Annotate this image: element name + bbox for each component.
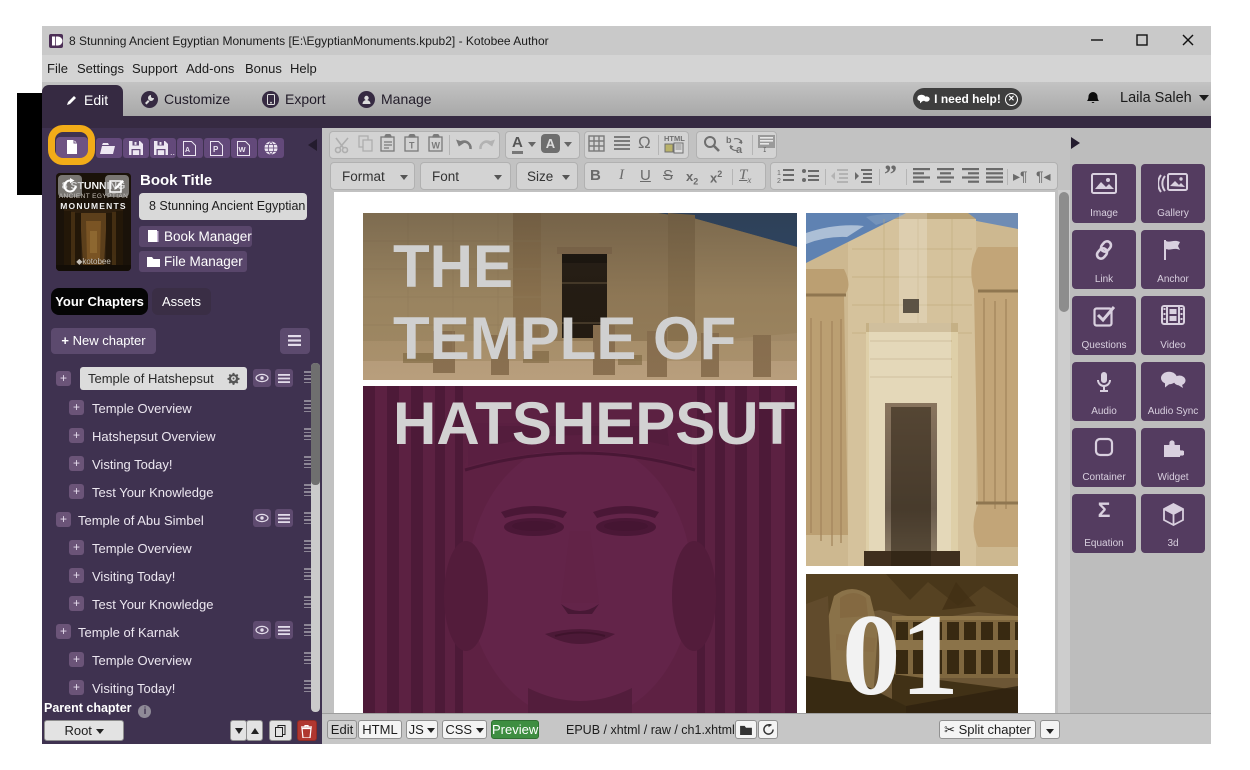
svg-text:I: I: [763, 147, 767, 152]
svg-text:P: P: [213, 145, 219, 154]
svg-text:2: 2: [777, 178, 781, 184]
svg-text:b: b: [726, 135, 732, 145]
svg-text:W: W: [432, 141, 441, 151]
svg-text:T: T: [409, 141, 415, 151]
svg-text:1: 1: [777, 170, 781, 177]
svg-text:A: A: [185, 147, 190, 154]
svg-text:a: a: [736, 144, 743, 154]
svg-text:HTML: HTML: [664, 134, 685, 143]
svg-text:W: W: [239, 145, 247, 154]
